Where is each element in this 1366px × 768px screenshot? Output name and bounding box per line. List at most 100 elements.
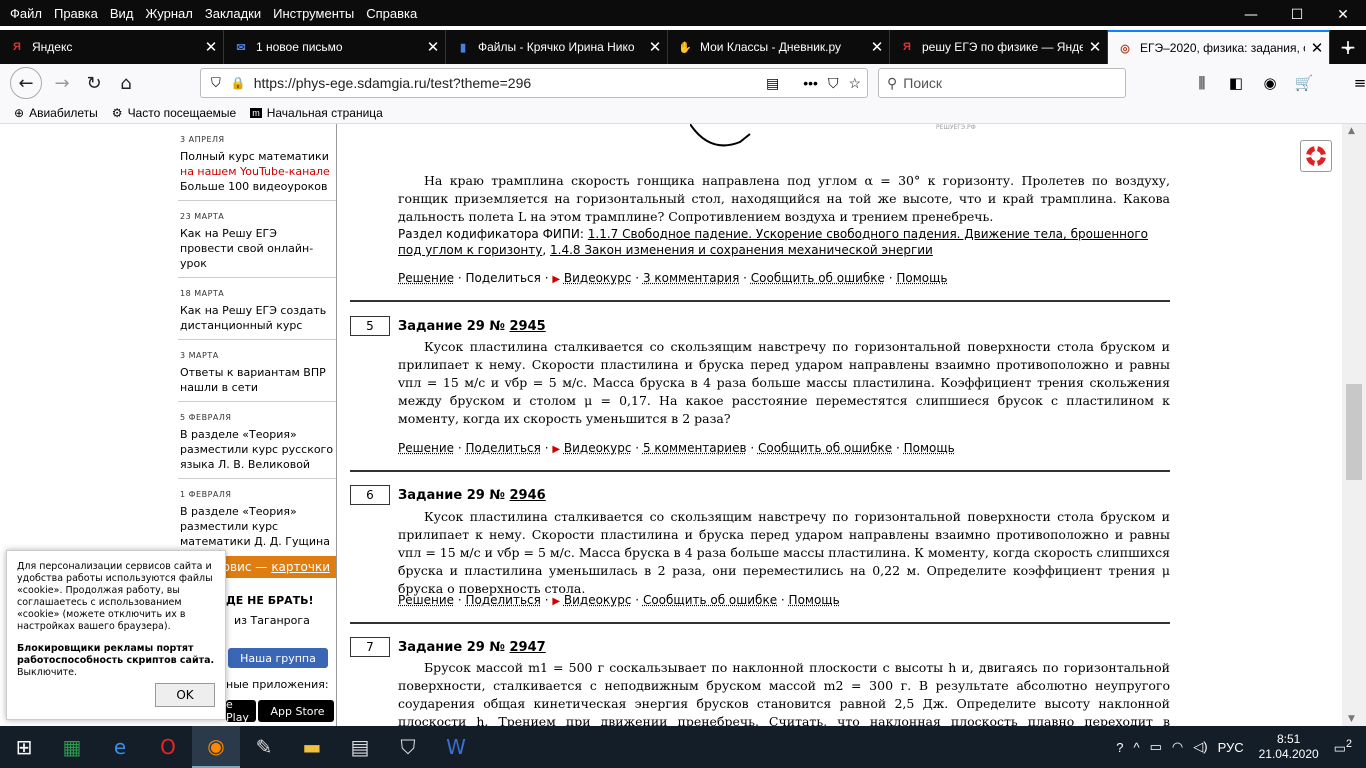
share-link[interactable]: Поделиться xyxy=(465,271,540,285)
menu-bookmarks[interactable]: Закладки xyxy=(199,6,267,21)
comments-link[interactable]: 5 комментариев xyxy=(643,441,747,455)
help-link[interactable]: Помощь xyxy=(904,441,955,455)
home-icon[interactable]: ⌂ xyxy=(110,67,142,99)
pocket-icon[interactable]: ⛉ xyxy=(828,75,839,92)
scroll-up-icon[interactable]: ▲ xyxy=(1348,126,1355,136)
google-play-button[interactable]: e Play xyxy=(226,698,256,724)
solution-link[interactable]: Решение xyxy=(398,271,454,285)
tab-list-chevron-icon[interactable]: ⌄ xyxy=(1330,30,1366,64)
share-link[interactable]: Поделиться xyxy=(465,441,540,455)
news-link[interactable]: на нашем YouTube-канале xyxy=(180,164,334,179)
tab-ege-active[interactable]: ◎ ЕГЭ–2020, физика: задания, о ✕ xyxy=(1108,30,1330,64)
wifi-icon[interactable]: ◠ xyxy=(1172,739,1183,755)
menu-help[interactable]: Справка xyxy=(360,6,423,21)
promo-city[interactable]: из Таганрога xyxy=(234,614,310,627)
bookmark-avia[interactable]: ⊕ Авиабилеты xyxy=(14,106,98,120)
menu-view[interactable]: Вид xyxy=(104,6,140,21)
shield-icon[interactable]: ⛉ xyxy=(211,75,221,91)
news-item[interactable]: 18 МАРТА Как на Решу ЕГЭ создать дистанц… xyxy=(178,278,336,340)
videocourse-link[interactable]: Видеокурс xyxy=(564,441,632,455)
library-icon[interactable]: ⫼ xyxy=(1188,68,1216,98)
keyboard-icon[interactable]: ▭ xyxy=(1150,739,1162,755)
tab-close-icon[interactable]: ✕ xyxy=(1083,38,1107,56)
account-icon[interactable]: ◉ xyxy=(1256,68,1284,98)
clock[interactable]: 8:51 21.04.2020 xyxy=(1259,732,1319,762)
share-link[interactable]: Поделиться xyxy=(465,593,540,607)
news-item[interactable]: 23 МАРТА Как на Решу ЕГЭ провести свой о… xyxy=(178,201,336,278)
report-error-link[interactable]: Сообщить об ошибке xyxy=(643,593,777,607)
tab-close-icon[interactable]: ✕ xyxy=(1305,39,1329,57)
url-text[interactable]: https://phys-ege.sdamgia.ru/test?theme=2… xyxy=(254,75,531,91)
vertical-scrollbar[interactable]: ▲ ▼ xyxy=(1342,124,1366,726)
tab-dnevnik[interactable]: ✋ Мои Классы - Дневник.ру ✕ xyxy=(668,30,890,64)
our-group-button[interactable]: Наша группа xyxy=(228,648,328,668)
solution-link[interactable]: Решение xyxy=(398,441,454,455)
bookmark-star-icon[interactable]: ☆ xyxy=(848,75,861,92)
reload-icon[interactable]: ↻ xyxy=(78,67,110,99)
report-error-link[interactable]: Сообщить об ошибке xyxy=(758,441,892,455)
report-error-link[interactable]: Сообщить об ошибке xyxy=(751,271,885,285)
help-lifebuoy-button[interactable] xyxy=(1300,140,1332,172)
page-actions-icon[interactable]: ••• xyxy=(803,75,818,92)
menu-history[interactable]: Журнал xyxy=(139,6,198,21)
task-id-link[interactable]: 2946 xyxy=(510,488,546,503)
tab-yandex-search[interactable]: Я решу ЕГЭ по физике — Яндек ✕ xyxy=(890,30,1108,64)
volume-icon[interactable]: ◁) xyxy=(1193,739,1207,755)
address-bar[interactable]: ⛉ 🔒 https://phys-ege.sdamgia.ru/test?the… xyxy=(200,68,868,98)
cookie-ok-button[interactable]: OK xyxy=(155,683,215,707)
firefox-icon[interactable]: ◉ xyxy=(192,726,240,768)
videocourse-link[interactable]: Видеокурс xyxy=(564,271,632,285)
opera-icon[interactable]: O xyxy=(144,726,192,768)
cart-icon[interactable]: 🛒 xyxy=(1290,68,1318,98)
word-icon[interactable]: W xyxy=(432,726,480,768)
notifications-icon[interactable]: ▭2 xyxy=(1334,738,1352,756)
close-window-icon[interactable]: ✕ xyxy=(1320,0,1366,30)
cards-link[interactable]: карточки xyxy=(271,560,330,574)
news-item[interactable]: 5 ФЕВРАЛЯ В разделе «Теория» разместили … xyxy=(178,402,336,479)
tab-close-icon[interactable]: ✕ xyxy=(421,38,445,56)
tab-mail[interactable]: ✉ 1 новое письмо ✕ xyxy=(224,30,446,64)
scrollbar-thumb[interactable] xyxy=(1346,384,1362,480)
tab-close-icon[interactable]: ✕ xyxy=(865,38,889,56)
task-id-link[interactable]: 2947 xyxy=(510,640,546,655)
tab-yandex[interactable]: Я Яндекс ✕ xyxy=(0,30,224,64)
codifier-link-2[interactable]: 1.4.8 Закон изменения и сохранения механ… xyxy=(550,243,933,257)
help-icon[interactable]: ? xyxy=(1116,740,1123,755)
back-arrow-icon[interactable]: ← xyxy=(10,67,42,99)
videocourse-link[interactable]: Видеокурс xyxy=(564,593,632,607)
bookmark-frequent[interactable]: ⚙ Часто посещаемые xyxy=(112,106,236,120)
menu-hamburger-icon[interactable]: ≡ xyxy=(1346,68,1366,98)
store-icon[interactable]: ⛉ xyxy=(384,726,432,768)
search-input[interactable]: ⚲ Поиск xyxy=(878,68,1126,98)
menu-edit[interactable]: Правка xyxy=(48,6,104,21)
news-item[interactable]: 3 АПРЕЛЯ Полный курс математики на нашем… xyxy=(178,124,336,201)
solution-link[interactable]: Решение xyxy=(398,593,454,607)
calculator-icon[interactable]: ▤ xyxy=(336,726,384,768)
app-store-button[interactable]: App Store xyxy=(258,700,334,722)
language-indicator[interactable]: РУС xyxy=(1218,740,1244,755)
news-item[interactable]: 1 ФЕВРАЛЯ В разделе «Теория» разместили … xyxy=(178,479,336,555)
bookmark-start[interactable]: m Начальная страница xyxy=(250,106,383,120)
help-link[interactable]: Помощь xyxy=(789,593,840,607)
lock-icon[interactable]: 🔒 xyxy=(231,76,246,90)
help-link[interactable]: Помощь xyxy=(896,271,947,285)
forward-arrow-icon[interactable]: → xyxy=(46,67,78,99)
edge-icon[interactable]: e xyxy=(96,726,144,768)
tray-chevron-icon[interactable]: ^ xyxy=(1133,740,1139,755)
tab-files[interactable]: ▮ Файлы - Крячко Ирина Нико ✕ xyxy=(446,30,668,64)
reader-view-icon[interactable]: ▤ xyxy=(766,75,779,92)
maximize-icon[interactable]: ☐ xyxy=(1274,0,1320,30)
excel-icon[interactable]: ▦ xyxy=(48,726,96,768)
promo-bold[interactable]: ДЕ НЕ БРАТЬ! xyxy=(226,594,314,607)
task-id-link[interactable]: 2945 xyxy=(510,319,546,334)
minimize-icon[interactable]: — xyxy=(1228,0,1274,30)
sidebar-icon[interactable]: ◧ xyxy=(1222,68,1250,98)
start-windows-icon[interactable]: ⊞ xyxy=(0,726,48,768)
menu-file[interactable]: Файл xyxy=(0,6,48,21)
comments-link[interactable]: 3 комментария xyxy=(643,271,739,285)
tab-close-icon[interactable]: ✕ xyxy=(643,38,667,56)
scroll-down-icon[interactable]: ▼ xyxy=(1348,714,1355,724)
news-item[interactable]: 3 МАРТА Ответы к вариантам ВПР нашли в с… xyxy=(178,340,336,402)
tab-close-icon[interactable]: ✕ xyxy=(199,38,223,56)
file-explorer-icon[interactable]: ▬ xyxy=(288,726,336,768)
